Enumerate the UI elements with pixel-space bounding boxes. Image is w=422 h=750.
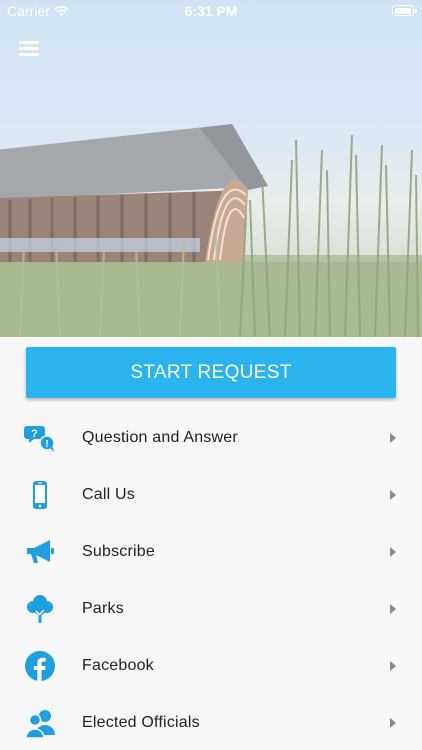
menu-bar xyxy=(19,47,39,50)
battery-level xyxy=(394,7,411,14)
list-item-call-us[interactable]: Call Us xyxy=(0,466,422,523)
list-item-facebook[interactable]: Facebook xyxy=(0,637,422,694)
megaphone-icon xyxy=(27,540,54,563)
chevron-right-icon xyxy=(390,660,396,671)
menu-bar xyxy=(19,41,39,44)
question-bubbles-icon: ? ! xyxy=(24,426,55,452)
list-item-label: Subscribe xyxy=(82,542,155,560)
list-item-label: Elected Officials xyxy=(82,713,200,731)
chevron-right-icon xyxy=(390,717,396,728)
list-item-subscribe[interactable]: Subscribe xyxy=(0,523,422,580)
menu-bar xyxy=(19,53,39,56)
chevron-right-icon xyxy=(390,546,396,557)
chevron-right-icon xyxy=(390,603,396,614)
svg-text:!: ! xyxy=(45,439,48,450)
hamburger-menu-icon[interactable] xyxy=(19,41,39,57)
chevron-right-icon xyxy=(390,432,396,443)
hero-image xyxy=(0,0,422,337)
list-item-question-and-answer[interactable]: ? ! Question and Answer xyxy=(0,409,422,466)
list-item-label: Call Us xyxy=(82,485,135,503)
list-item-label: Parks xyxy=(82,599,124,617)
officials-icon xyxy=(25,710,55,739)
phone-icon xyxy=(33,481,47,509)
facebook-icon xyxy=(25,651,55,681)
list-item-elected-officials[interactable]: Elected Officials xyxy=(0,694,422,750)
list-item-label: Question and Answer xyxy=(82,428,238,446)
status-bar: Carrier 6:31 PM xyxy=(0,0,422,22)
list-item-label: Facebook xyxy=(82,656,154,674)
hero-overlay xyxy=(0,0,422,337)
status-time: 6:31 PM xyxy=(184,3,238,19)
service-menu-list: ? ! Question and Answer Call Us Subscrib… xyxy=(0,409,422,750)
svg-text:?: ? xyxy=(31,428,38,440)
chevron-right-icon xyxy=(390,489,396,500)
start-request-button[interactable]: START REQUEST xyxy=(26,347,396,398)
tree-icon xyxy=(27,595,53,623)
list-item-parks[interactable]: Parks xyxy=(0,580,422,637)
battery-icon xyxy=(392,5,417,16)
